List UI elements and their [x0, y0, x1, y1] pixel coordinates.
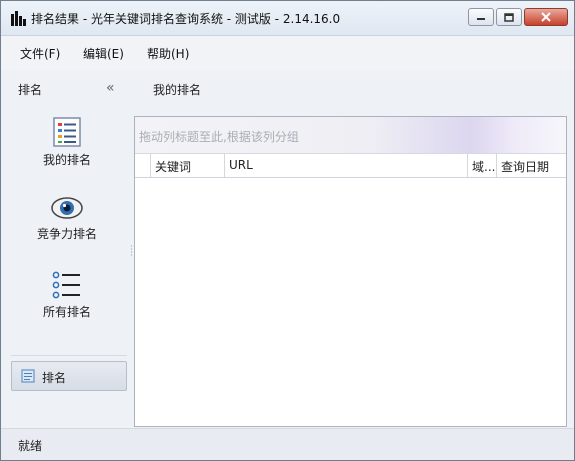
content-title: 我的排名	[153, 83, 202, 97]
bullet-list-icon	[52, 271, 80, 299]
nav-group-ranking[interactable]: 排名	[11, 361, 127, 391]
eye-icon	[51, 197, 83, 219]
menu-edit[interactable]: 编辑(E)	[83, 45, 124, 62]
minimize-icon	[477, 18, 485, 20]
app-window: 排名结果 - 光年关键词排名查询系统 - 测试版 - 2.14.16.0 文件(…	[0, 0, 575, 461]
group-by-panel[interactable]: 拖动列标题至此,根据该列分组	[135, 117, 566, 154]
document-icon	[21, 369, 35, 383]
window-title: 排名结果 - 光年关键词排名查询系统 - 测试版 - 2.14.16.0	[31, 12, 341, 26]
row-indicator-header	[135, 154, 151, 177]
nav-panel: 我的排名 竞争力排名 所有排名 排名	[1, 105, 133, 428]
nav-item-my-ranking[interactable]: 我的排名	[1, 117, 133, 168]
column-header-domain[interactable]: 域...	[468, 154, 497, 177]
column-header-url[interactable]: URL	[225, 154, 468, 177]
nav-item-competitive-ranking[interactable]: 竞争力排名	[1, 195, 133, 242]
group-by-hint: 拖动列标题至此,根据该列分组	[139, 130, 299, 144]
maximize-button[interactable]	[496, 8, 522, 26]
minimize-button[interactable]	[468, 8, 494, 26]
content-header: 我的排名	[135, 71, 567, 105]
nav-item-label: 所有排名	[42, 305, 91, 319]
nav-item-label: 竞争力排名	[36, 227, 97, 241]
list-doc-icon	[53, 117, 81, 147]
bar-chart-icon	[11, 11, 26, 26]
close-icon	[541, 12, 551, 22]
menu-bar: 文件(F) 编辑(E) 帮助(H)	[1, 36, 574, 70]
nav-divider	[11, 355, 127, 356]
ranking-grid: 拖动列标题至此,根据该列分组 关键词 URL 域... 查询日期	[134, 116, 567, 427]
close-button[interactable]	[524, 8, 568, 26]
menu-file[interactable]: 文件(F)	[20, 45, 60, 62]
nav-title: 排名	[18, 83, 43, 97]
column-header-query-date[interactable]: 查询日期	[497, 154, 566, 177]
window-controls	[468, 8, 568, 28]
nav-item-label: 我的排名	[42, 153, 91, 167]
menu-help[interactable]: 帮助(H)	[147, 45, 189, 62]
splitter-grip[interactable]: · · · ·	[130, 243, 133, 261]
nav-header: 排名 «	[1, 71, 133, 105]
collapse-icon[interactable]: «	[106, 80, 115, 96]
nav-group-label: 排名	[42, 371, 67, 385]
column-header-row: 关键词 URL 域... 查询日期	[135, 154, 566, 178]
maximize-icon	[504, 12, 514, 22]
status-bar: 就绪	[1, 428, 574, 460]
title-bar: 排名结果 - 光年关键词排名查询系统 - 测试版 - 2.14.16.0	[1, 1, 574, 36]
column-header-keyword[interactable]: 关键词	[151, 154, 225, 177]
status-text: 就绪	[18, 439, 43, 453]
nav-item-all-ranking[interactable]: 所有排名	[1, 271, 133, 320]
